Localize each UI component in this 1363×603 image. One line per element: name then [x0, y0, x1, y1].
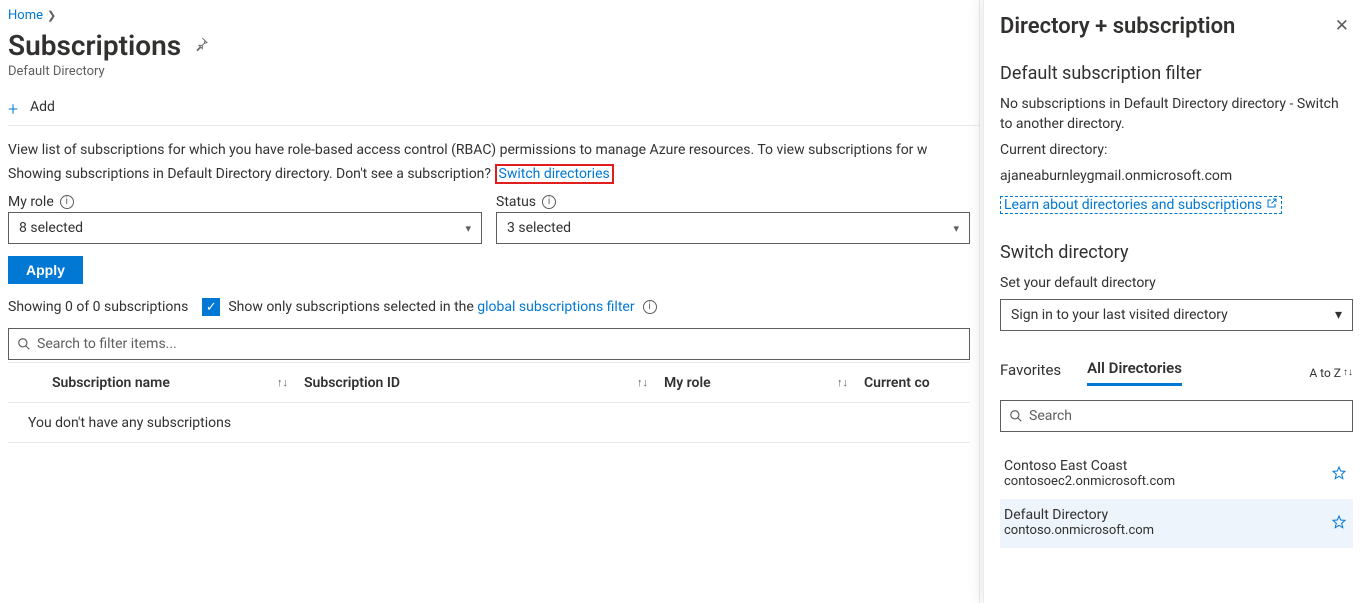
- directory-list: Contoso East Coast contosoec2.onmicrosof…: [1000, 450, 1353, 548]
- add-button[interactable]: Add: [30, 99, 55, 115]
- search-input[interactable]: Search to filter items...: [8, 328, 970, 360]
- directory-search-placeholder: Search: [1029, 408, 1072, 424]
- role-select-value: 8 selected: [19, 220, 83, 236]
- role-select[interactable]: 8 selected ▾: [8, 212, 482, 244]
- tab-favorites[interactable]: Favorites: [1000, 361, 1061, 385]
- dir-select-value: Sign in to your last visited directory: [1011, 307, 1228, 323]
- learn-link[interactable]: Learn about directories and subscription…: [1004, 197, 1262, 213]
- tab-all-directories[interactable]: All Directories: [1087, 359, 1182, 386]
- filter-role: My role i 8 selected ▾: [8, 194, 482, 244]
- directory-name: Contoso East Coast: [1004, 458, 1347, 474]
- subscriptions-table: Subscription name↑↓ Subscription ID↑↓ My…: [8, 362, 970, 443]
- showing-row: Showing 0 of 0 subscriptions ✓ Show only…: [8, 298, 979, 316]
- sort-a-to-z[interactable]: A to Z ↑↓: [1309, 366, 1353, 380]
- search-placeholder: Search to filter items...: [37, 336, 177, 352]
- filter-section-text: No subscriptions in Default Directory di…: [1000, 94, 1353, 134]
- panel-title: Directory + subscription: [1000, 14, 1235, 39]
- role-label-text: My role: [8, 194, 54, 210]
- showing-count: Showing 0 of 0 subscriptions: [8, 299, 188, 315]
- empty-row: You don't have any subscriptions: [8, 403, 970, 443]
- page-title: Subscriptions: [8, 29, 181, 62]
- sort-icon: ↑↓: [637, 376, 658, 389]
- col-subscription-id[interactable]: Subscription ID↑↓: [298, 375, 658, 391]
- filter-role-label: My role i: [8, 194, 482, 210]
- info-icon[interactable]: i: [542, 195, 556, 209]
- directory-subscription-panel: Directory + subscription ✕ Default subsc…: [983, 0, 1363, 603]
- chevron-down-icon: ▾: [953, 222, 959, 235]
- directory-item[interactable]: Contoso East Coast contosoec2.onmicrosof…: [1000, 450, 1353, 499]
- col-current-cost[interactable]: Current co: [858, 375, 970, 391]
- filters-row: My role i 8 selected ▾ Status i 3 select…: [8, 194, 970, 244]
- external-link-icon: [1266, 197, 1278, 213]
- col-subscription-name[interactable]: Subscription name↑↓: [8, 375, 298, 391]
- current-dir-label: Current directory:: [1000, 140, 1353, 160]
- star-icon[interactable]: [1331, 514, 1347, 534]
- chevron-right-icon: ❯: [47, 9, 56, 22]
- show-only-checkbox[interactable]: ✓: [202, 298, 220, 316]
- close-icon[interactable]: ✕: [1331, 14, 1353, 38]
- directory-domain: contosoec2.onmicrosoft.com: [1004, 474, 1347, 489]
- set-default-label: Set your default directory: [1000, 273, 1353, 293]
- learn-link-box[interactable]: Learn about directories and subscription…: [1000, 196, 1282, 214]
- description-prefix: Showing subscriptions in Default Directo…: [8, 166, 495, 182]
- directory-tabs: Favorites All Directories A to Z ↑↓: [1000, 359, 1353, 386]
- star-icon[interactable]: [1331, 465, 1347, 485]
- main-content: Home ❯ Subscriptions Default Directory A…: [0, 0, 980, 603]
- switch-section-head: Switch directory: [1000, 242, 1353, 263]
- directory-item[interactable]: Default Directory contoso.onmicrosoft.co…: [1000, 499, 1353, 548]
- chevron-down-icon: ▾: [1335, 307, 1342, 323]
- directory-search-input[interactable]: Search: [1000, 400, 1353, 432]
- filter-status: Status i 3 selected ▾: [496, 194, 970, 244]
- panel-header: Directory + subscription ✕: [1000, 14, 1353, 39]
- current-dir-value: ajaneaburnleygmail.onmicrosoft.com: [1000, 166, 1353, 186]
- sort-arrows-icon: ↑↓: [1343, 367, 1353, 378]
- sort-icon: ↑↓: [277, 376, 298, 389]
- default-directory-select[interactable]: Sign in to your last visited directory ▾: [1000, 299, 1353, 331]
- pin-icon[interactable]: [193, 36, 209, 56]
- table-header: Subscription name↑↓ Subscription ID↑↓ My…: [8, 363, 970, 403]
- status-label-text: Status: [496, 194, 536, 210]
- col-my-role[interactable]: My role↑↓: [658, 375, 858, 391]
- apply-button[interactable]: Apply: [8, 256, 83, 284]
- global-filter-link[interactable]: global subscriptions filter: [477, 299, 634, 315]
- show-only-label: Show only subscriptions selected in the …: [228, 299, 634, 315]
- directory-domain: contoso.onmicrosoft.com: [1004, 523, 1347, 538]
- page-subtitle: Default Directory: [8, 64, 979, 79]
- plus-icon: [8, 100, 22, 114]
- description-line-2: Showing subscriptions in Default Directo…: [8, 164, 979, 184]
- description-line-1: View list of subscriptions for which you…: [8, 140, 979, 160]
- chevron-down-icon: ▾: [465, 222, 471, 235]
- command-bar: Add: [8, 93, 979, 126]
- show-only-prefix: Show only subscriptions selected in the: [228, 299, 477, 315]
- directory-name: Default Directory: [1004, 507, 1347, 523]
- breadcrumb-home[interactable]: Home: [8, 8, 43, 23]
- filter-section-head: Default subscription filter: [1000, 63, 1353, 84]
- switch-directories-link[interactable]: Switch directories: [495, 164, 614, 184]
- search-icon: [1009, 409, 1023, 423]
- status-select[interactable]: 3 selected ▾: [496, 212, 970, 244]
- status-select-value: 3 selected: [507, 220, 571, 236]
- info-icon[interactable]: i: [643, 300, 657, 314]
- sort-icon: ↑↓: [837, 376, 858, 389]
- search-icon: [17, 337, 31, 351]
- title-row: Subscriptions: [8, 29, 979, 62]
- info-icon[interactable]: i: [60, 195, 74, 209]
- filter-status-label: Status i: [496, 194, 970, 210]
- breadcrumb: Home ❯: [8, 8, 979, 23]
